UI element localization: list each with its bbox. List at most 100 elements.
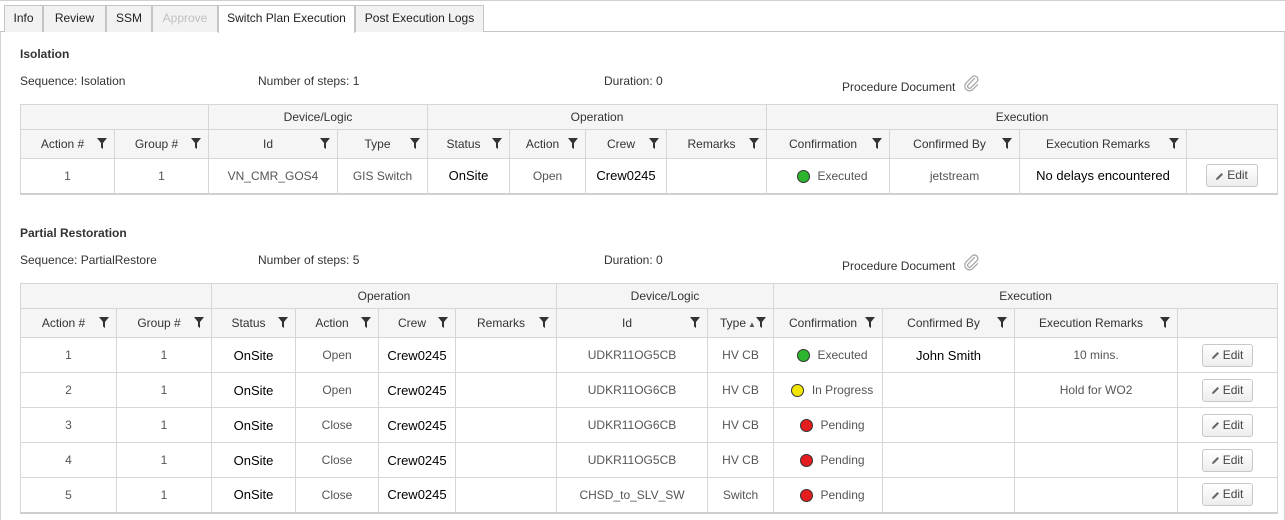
filter-icon[interactable] [539,317,550,328]
filter-icon[interactable] [278,317,288,328]
cell-group-no: 1 [114,158,209,195]
filter-icon[interactable] [997,317,1008,328]
col-header-crew[interactable]: Crew [585,129,668,159]
col-header-action-no[interactable]: Action # [20,129,115,159]
col-header-type[interactable]: Type ▲ [707,308,775,338]
filter-icon[interactable] [492,138,503,149]
filter-icon[interactable] [191,138,201,149]
steps-count: Number of steps: 1 [258,74,360,88]
filter-icon[interactable] [1002,138,1013,149]
pencil-icon [1216,172,1224,180]
sort-ascending-icon[interactable]: ▲ [748,320,756,329]
cell-action: Open [509,158,587,195]
col-header-status[interactable]: Status [427,129,511,159]
filter-icon[interactable] [194,317,204,328]
group-header-device-logic: Device/Logic [556,283,775,309]
cell-group-no: 1 [116,442,212,478]
col-header-action[interactable]: Action [295,308,379,338]
filter-icon[interactable] [99,317,109,328]
status-dot-pending [799,488,813,502]
col-header-group-no[interactable]: Group # [116,308,212,338]
filter-icon[interactable] [438,317,448,328]
cell-confirmation: In Progress [773,372,884,408]
cell-confirmed-by: jetstream [889,158,1021,195]
cell-status: OnSite [427,158,511,195]
group-header-execution: Execution [766,104,1279,130]
paperclip-icon[interactable] [962,74,980,92]
cell-id: VN_CMR_GOS4 [208,158,338,195]
procedure-document-label: Procedure Document [842,259,956,273]
confirmation-text: Pending [820,452,865,467]
filter-icon[interactable] [865,317,876,328]
cell-status: OnSite [211,442,296,478]
edit-button[interactable]: Edit [1201,413,1254,437]
filter-icon[interactable] [690,317,701,328]
filter-icon[interactable] [320,138,330,149]
tab-switch-plan-execution[interactable]: Switch Plan Execution [218,5,355,33]
edit-button[interactable]: Edit [1206,164,1258,188]
cell-confirmed-by [882,407,1016,443]
filter-icon[interactable] [361,317,371,328]
tab-info[interactable]: Info [4,5,43,32]
steps-count: Number of steps: 5 [258,253,360,267]
cell-remarks [454,442,558,478]
cell-confirmed-by: John Smith [882,337,1016,373]
filter-icon[interactable] [410,138,421,149]
edit-button[interactable]: Edit [1201,343,1254,367]
cell-group-no: 1 [116,337,212,373]
cell-edit: Edit [1177,337,1279,373]
cell-execution-remarks [1014,407,1179,443]
cell-status: OnSite [211,337,296,373]
cell-status: OnSite [211,477,296,514]
pencil-icon [1211,491,1219,499]
cell-action: Open [295,337,379,373]
col-header-confirmation[interactable]: Confirmation [773,308,884,338]
tab-approve: Approve [152,5,218,32]
filter-icon[interactable] [872,138,883,149]
col-header-confirmed-by[interactable]: Confirmed By [889,129,1021,159]
cell-remarks [454,407,558,443]
table-row: 4 1 OnSite Close Crew0245 UDKR11OG5CB HV… [20,442,1279,478]
filter-icon[interactable] [649,138,660,149]
tab-review[interactable]: Review [43,5,106,32]
cell-edit: Edit [1177,477,1279,514]
paperclip-icon[interactable] [962,253,980,271]
filter-icon[interactable] [1160,317,1171,328]
col-header-action[interactable]: Action [509,129,587,159]
col-header-status[interactable]: Status [211,308,296,338]
col-header-type[interactable]: Type [336,129,429,159]
filter-icon[interactable] [1169,138,1180,149]
filter-icon[interactable] [568,138,579,149]
cell-status: OnSite [211,407,296,443]
col-header-action-no[interactable]: Action # [20,308,117,338]
col-header-confirmation[interactable]: Confirmation [766,129,891,159]
col-header-confirmed-by[interactable]: Confirmed By [882,308,1016,338]
col-header-execution-remarks[interactable]: Execution Remarks [1014,308,1179,338]
col-header-crew[interactable]: Crew [378,308,456,338]
col-header-remarks[interactable]: Remarks [666,129,768,159]
col-header-remarks[interactable]: Remarks [454,308,558,338]
isolation-table: Device/Logic Operation Execution Action … [20,104,1279,195]
cell-edit: Edit [1177,442,1279,478]
cell-remarks [666,158,768,195]
filter-icon[interactable] [756,317,767,328]
col-header-execution-remarks[interactable]: Execution Remarks [1019,129,1188,159]
cell-execution-remarks [1014,442,1179,478]
tab-ssm[interactable]: SSM [106,5,152,32]
cell-confirmed-by [882,477,1016,514]
cell-confirmed-by [882,442,1016,478]
cell-execution-remarks [1014,477,1179,514]
edit-button[interactable]: Edit [1201,378,1254,402]
cell-action-no: 5 [20,477,117,514]
group-header-device-logic: Device/Logic [207,104,429,130]
cell-execution-remarks: No delays encountered [1019,158,1188,195]
filter-icon[interactable] [749,138,760,149]
col-header-id[interactable]: Id [556,308,709,338]
edit-button[interactable]: Edit [1201,483,1254,507]
filter-icon[interactable] [97,138,107,149]
tab-post-execution-logs[interactable]: Post Execution Logs [355,5,484,32]
col-header-group-no[interactable]: Group # [114,129,209,159]
group-header-blank [20,283,212,309]
col-header-id[interactable]: Id [208,129,338,159]
edit-button[interactable]: Edit [1201,448,1254,472]
